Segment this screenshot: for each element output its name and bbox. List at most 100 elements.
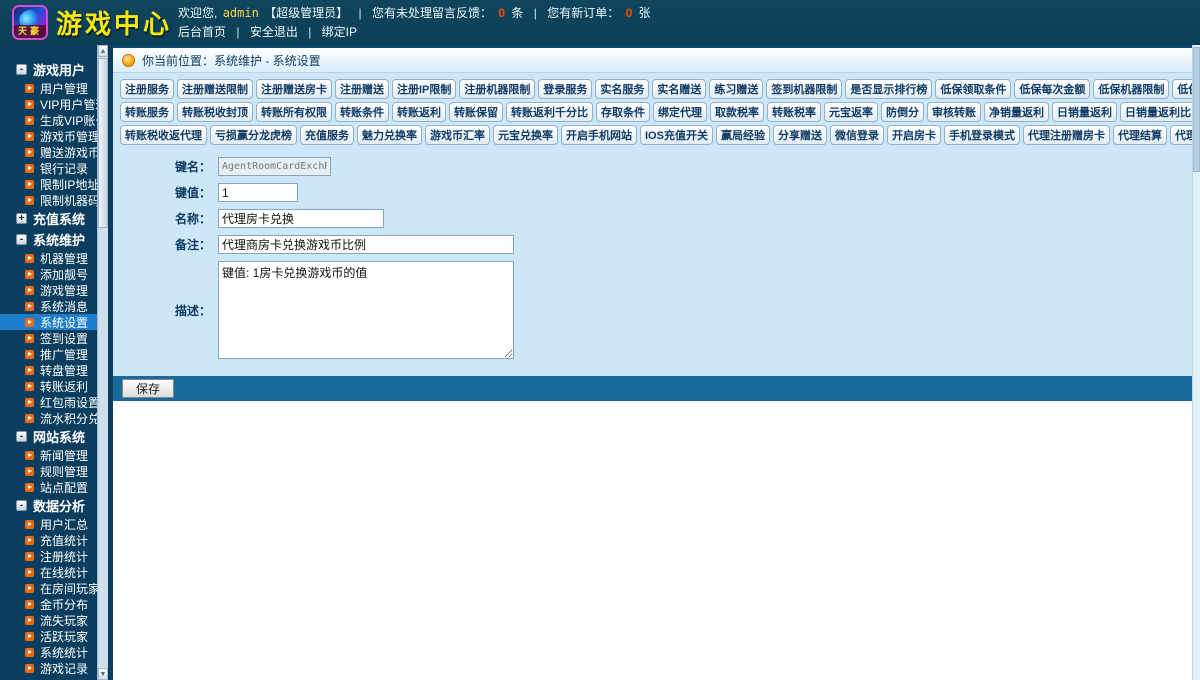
page-scrollbar[interactable] — [1192, 45, 1200, 680]
setting-tab[interactable]: 日销量返利 — [1052, 102, 1117, 122]
page-scroll-thumb[interactable] — [1193, 47, 1200, 172]
keyname-input[interactable] — [218, 157, 331, 176]
setting-tab[interactable]: 签到机器限制 — [766, 79, 843, 99]
sidebar-entry[interactable]: 在线统计 — [0, 564, 97, 580]
setting-tab[interactable]: 取款税率 — [710, 102, 764, 122]
sidebar-entry[interactable]: 用户管理 — [0, 80, 97, 96]
setting-tab[interactable]: 开启手机网站 — [561, 125, 637, 145]
setting-tab[interactable]: 充值服务 — [300, 125, 354, 145]
sidebar-entry[interactable]: - 系统维护 — [0, 229, 97, 250]
setting-tab[interactable]: 净销量返利 — [984, 102, 1049, 122]
setting-tab[interactable]: 注册IP限制 — [392, 79, 457, 99]
setting-tab[interactable]: 转账税收返代理 — [120, 125, 207, 145]
setting-tab[interactable]: 存取条件 — [596, 102, 650, 122]
sidebar-entry[interactable]: - 数据分析 — [0, 495, 97, 516]
sidebar-entry[interactable]: 赠送游戏币记录 — [0, 144, 97, 160]
sidebar-entry[interactable]: - 游戏用户 — [0, 59, 97, 80]
setting-tab[interactable]: 防倒分 — [881, 102, 924, 122]
sidebar-entry[interactable]: 生成VIP账号 — [0, 112, 97, 128]
expand-toggle-icon[interactable]: - — [16, 64, 27, 75]
setting-tab[interactable]: 实名赠送 — [652, 79, 707, 99]
sidebar-entry[interactable]: 限制IP地址 — [0, 176, 97, 192]
setting-tab[interactable]: 分享赠送 — [772, 125, 827, 145]
setting-tab[interactable]: 低保每次金额 — [1014, 79, 1091, 99]
expand-toggle-icon[interactable]: - — [16, 234, 27, 245]
sidebar-entry[interactable]: 转账返利 — [0, 378, 97, 394]
setting-tab[interactable]: 元宝返率 — [824, 102, 878, 122]
sidebar-entry[interactable]: 银行记录 — [0, 160, 97, 176]
sidebar-entry[interactable]: 金币分布 — [0, 596, 97, 612]
sidebar-entry[interactable]: 添加靓号 — [0, 266, 97, 282]
sidebar-entry[interactable]: 红包雨设置 — [0, 394, 97, 410]
setting-tab[interactable]: 是否显示排行榜 — [845, 79, 933, 99]
sidebar-entry[interactable]: + 充值系统 — [0, 208, 97, 229]
sidebar-entry[interactable]: 注册统计 — [0, 548, 97, 564]
setting-tab[interactable]: 亏损赢分龙虎榜 — [210, 125, 297, 145]
setting-tab[interactable]: 转账返利 — [392, 102, 446, 122]
sidebar-entry[interactable]: 流失玩家 — [0, 612, 97, 628]
setting-tab[interactable]: IOS充值开关 — [640, 125, 713, 145]
sidebar-entry[interactable]: 在房间玩家 — [0, 580, 97, 596]
setting-tab[interactable]: 低保机器限制 — [1093, 79, 1170, 99]
setting-tab[interactable]: 手机登录模式 — [943, 125, 1020, 145]
setting-tab[interactable]: 魅力兑换率 — [357, 125, 422, 145]
setting-tab[interactable]: 实名服务 — [595, 79, 650, 99]
link-bind-ip[interactable]: 绑定IP — [322, 25, 357, 39]
setting-tab[interactable]: 登录服务 — [538, 79, 593, 99]
setting-tab[interactable]: 日销量返利比 — [1120, 102, 1196, 122]
setting-tab[interactable]: 审核转账 — [927, 102, 981, 122]
scroll-down-icon[interactable]: ▼ — [98, 668, 108, 680]
link-backend-home[interactable]: 后台首页 — [178, 25, 226, 39]
save-button[interactable]: 保存 — [122, 379, 175, 398]
link-logout[interactable]: 安全退出 — [250, 25, 298, 39]
setting-tab[interactable]: 微信登录 — [829, 125, 884, 145]
setting-tab[interactable]: 注册赠送 — [335, 79, 389, 99]
setting-tab[interactable]: 转账条件 — [335, 102, 389, 122]
sidebar-entry[interactable]: - 网站系统 — [0, 426, 97, 447]
setting-tab[interactable]: 注册机器限制 — [459, 79, 536, 99]
sidebar-scrollbar[interactable]: ▲ ▼ — [97, 45, 108, 680]
keyvalue-input[interactable] — [218, 183, 298, 202]
setting-tab[interactable]: 绑定代理 — [653, 102, 707, 122]
sidebar-entry[interactable]: 规则管理 — [0, 463, 97, 479]
expand-toggle-icon[interactable]: - — [16, 500, 27, 511]
name-input[interactable] — [218, 209, 384, 228]
sidebar-entry[interactable]: 新闻管理 — [0, 447, 97, 463]
setting-tab[interactable]: 注册赠送限制 — [177, 79, 253, 99]
sidebar-entry[interactable]: 游戏币管理 — [0, 128, 97, 144]
sidebar-entry[interactable]: 限制机器码 — [0, 192, 97, 208]
sidebar-scroll-thumb[interactable] — [98, 58, 108, 228]
sidebar-entry[interactable]: 流水积分兑换 — [0, 410, 97, 426]
setting-tab[interactable]: 转账保留 — [449, 102, 503, 122]
sidebar-entry[interactable]: 系统消息 — [0, 298, 97, 314]
setting-tab[interactable]: 注册服务 — [120, 79, 174, 99]
sidebar-entry[interactable]: 机器管理 — [0, 250, 97, 266]
sidebar-entry[interactable]: 签到设置 — [0, 330, 97, 346]
sidebar-entry[interactable]: VIP用户管理 — [0, 96, 97, 112]
setting-tab[interactable]: 赢局经验 — [715, 125, 770, 145]
setting-tab[interactable]: 低保领取条件 — [935, 79, 1012, 99]
setting-tab[interactable]: 代理结算 — [1112, 125, 1167, 145]
setting-tab[interactable]: 代理注册赠房卡 — [1022, 125, 1110, 145]
sidebar-entry[interactable]: 站点配置 — [0, 479, 97, 495]
sidebar-entry[interactable]: 活跃玩家 — [0, 628, 97, 644]
scroll-up-icon[interactable]: ▲ — [98, 45, 108, 57]
setting-tab[interactable]: 转账税收封顶 — [177, 102, 253, 122]
remark-input[interactable] — [218, 235, 514, 254]
setting-tab[interactable]: 注册赠送房卡 — [256, 79, 332, 99]
setting-tab[interactable]: 开启房卡 — [886, 125, 941, 145]
sidebar-entry[interactable]: 游戏记录 — [0, 660, 97, 676]
setting-tab[interactable]: 转账税率 — [767, 102, 821, 122]
setting-tab[interactable]: 转账服务 — [120, 102, 174, 122]
setting-tab[interactable]: 游戏币汇率 — [425, 125, 490, 145]
setting-tab[interactable]: 转账所有权限 — [256, 102, 332, 122]
description-textarea[interactable]: 键值: 1房卡兑换游戏币的值 — [218, 261, 514, 359]
expand-toggle-icon[interactable]: - — [16, 431, 27, 442]
sidebar-entry[interactable]: 系统统计 — [0, 644, 97, 660]
sidebar-entry[interactable]: 游戏管理 — [0, 282, 97, 298]
setting-tab[interactable]: 元宝兑换率 — [493, 125, 558, 145]
sidebar-entry[interactable]: 转盘管理 — [0, 362, 97, 378]
setting-tab[interactable]: 练习赠送 — [709, 79, 764, 99]
setting-tab[interactable]: 转账返利千分比 — [506, 102, 593, 122]
sidebar-entry[interactable]: 系统设置 — [0, 314, 97, 330]
